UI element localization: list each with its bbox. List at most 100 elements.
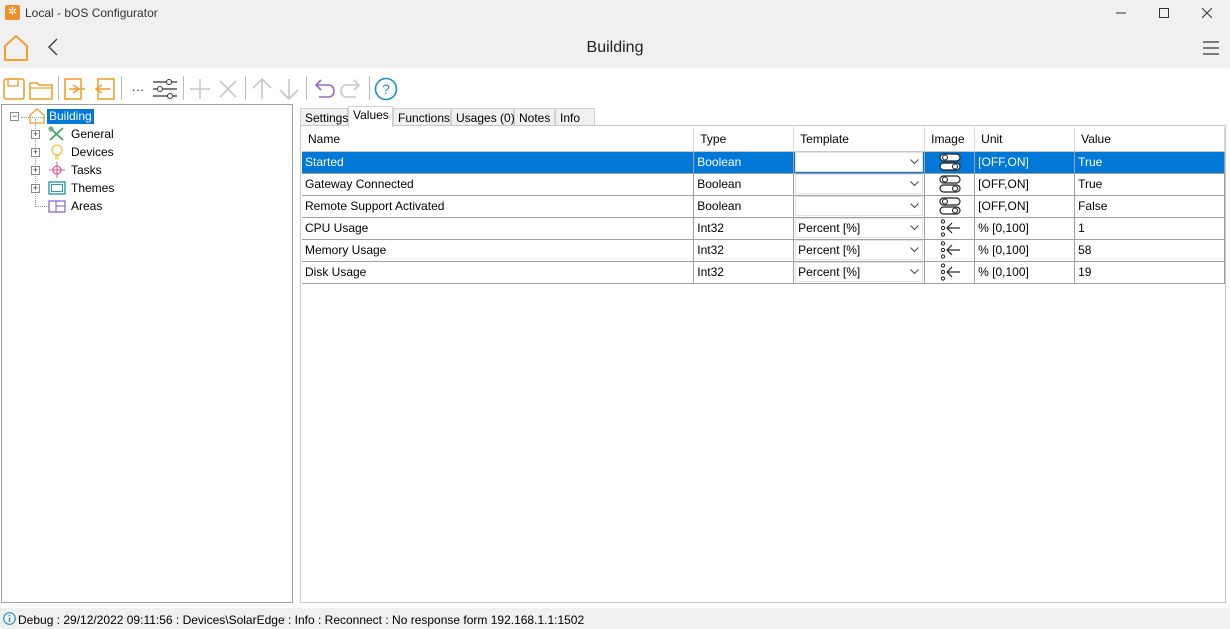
cell-template[interactable] [793, 173, 926, 196]
tab-settings[interactable]: Settings [300, 108, 348, 126]
cell-image[interactable] [924, 239, 976, 262]
column-header-type[interactable]: Type [693, 127, 795, 152]
cell-unit[interactable]: % [0,100] [974, 239, 1076, 262]
tree-expand-toggle[interactable]: + [31, 166, 40, 175]
cell-image[interactable] [924, 261, 976, 284]
redo-icon [340, 79, 361, 98]
tab-usages[interactable]: Usages (0) [451, 108, 515, 126]
add-button[interactable] [187, 76, 213, 102]
tab-functions[interactable]: Functions [393, 108, 451, 126]
minimize-button[interactable] [1098, 0, 1144, 26]
column-header-name[interactable]: Name [302, 127, 695, 152]
table-row[interactable]: Remote Support Activated Boolean [OFF,ON] F… [302, 195, 1225, 218]
tree-expand-toggle[interactable]: + [31, 184, 40, 193]
table-row[interactable]: Memory Usage Int32 Percent [%] % [0,100] 58 [302, 239, 1225, 262]
cell-name[interactable]: Started [302, 151, 695, 174]
undo-button[interactable] [310, 76, 336, 102]
save-button[interactable] [1, 76, 27, 102]
cell-unit[interactable]: % [0,100] [974, 217, 1076, 240]
tree-item-themes[interactable]: Themes [48, 180, 116, 196]
cell-type[interactable]: Int32 [693, 217, 795, 240]
table-row[interactable]: Started Boolean [OFF,ON] True [302, 151, 1225, 174]
template-dropdown[interactable] [795, 196, 924, 216]
cell-unit[interactable]: % [0,100] [974, 261, 1076, 284]
chevron-down-icon[interactable] [906, 153, 922, 171]
window-title: Local - bOS Configurator [25, 6, 158, 20]
export-button[interactable] [62, 76, 88, 102]
cell-type[interactable]: Int32 [693, 261, 795, 284]
cell-value[interactable]: False [1074, 195, 1225, 218]
cell-type[interactable]: Int32 [693, 239, 795, 262]
import-button[interactable] [91, 76, 117, 102]
delete-button[interactable] [215, 76, 241, 102]
column-header-value[interactable]: Value [1074, 127, 1225, 152]
chevron-down-icon[interactable] [906, 263, 922, 281]
cell-value[interactable]: 19 [1074, 261, 1225, 284]
chevron-down-icon[interactable] [906, 241, 922, 259]
cell-unit[interactable]: [OFF,ON] [974, 151, 1076, 174]
template-dropdown[interactable]: Percent [%] [795, 218, 924, 238]
cell-value[interactable]: True [1074, 173, 1225, 196]
cell-unit[interactable]: [OFF,ON] [974, 173, 1076, 196]
hamburger-menu-icon[interactable] [1203, 40, 1219, 56]
tab-notes[interactable]: Notes [514, 108, 555, 126]
tree-item-building[interactable]: Building [29, 108, 94, 124]
template-dropdown[interactable] [795, 152, 924, 172]
cell-name[interactable]: Gateway Connected [302, 173, 695, 196]
settings-sliders-button[interactable] [152, 76, 178, 102]
column-header-unit[interactable]: Unit [974, 127, 1076, 152]
cell-type[interactable]: Boolean [693, 151, 795, 174]
cell-image[interactable] [924, 173, 976, 196]
column-header-image[interactable]: Image [924, 127, 976, 152]
cell-name[interactable]: Remote Support Activated [302, 195, 695, 218]
redo-button[interactable] [339, 76, 365, 102]
cell-template[interactable] [793, 195, 926, 218]
help-button[interactable]: ? [373, 76, 399, 102]
cell-type[interactable]: Boolean [693, 173, 795, 196]
tree-item-devices[interactable]: Devices [48, 144, 116, 160]
cell-template[interactable]: Percent [%] [793, 239, 926, 262]
move-up-button[interactable] [249, 76, 275, 102]
cell-template[interactable]: Percent [%] [793, 261, 926, 284]
info-icon [3, 612, 16, 625]
tree-expand-toggle[interactable]: + [31, 148, 40, 157]
cell-value[interactable]: 58 [1074, 239, 1225, 262]
cell-value[interactable]: 1 [1074, 217, 1225, 240]
tree-expand-toggle[interactable]: + [31, 130, 40, 139]
column-header-template[interactable]: Template [793, 127, 926, 152]
chevron-down-icon[interactable] [906, 175, 922, 193]
open-folder-button[interactable] [28, 76, 54, 102]
move-down-button[interactable] [276, 76, 302, 102]
cell-unit[interactable]: [OFF,ON] [974, 195, 1076, 218]
chevron-down-icon[interactable] [906, 219, 922, 237]
tab-info[interactable]: Info [555, 108, 595, 126]
template-value: Percent [%] [798, 265, 861, 279]
template-dropdown[interactable]: Percent [%] [795, 240, 924, 260]
table-row[interactable]: Disk Usage Int32 Percent [%] % [0,100] 19 [302, 261, 1225, 284]
cell-name[interactable]: Disk Usage [302, 261, 695, 284]
chevron-down-icon[interactable] [906, 197, 922, 215]
cell-template[interactable]: Percent [%] [793, 217, 926, 240]
table-row[interactable]: CPU Usage Int32 Percent [%] % [0,100] 1 [302, 217, 1225, 240]
cell-type[interactable]: Boolean [693, 195, 795, 218]
cell-name[interactable]: CPU Usage [302, 217, 695, 240]
tree-item-tasks[interactable]: Tasks [48, 162, 104, 178]
cell-image[interactable] [924, 151, 976, 174]
cell-image[interactable] [924, 217, 976, 240]
close-button[interactable] [1184, 0, 1230, 26]
more-button[interactable]: ··· [125, 76, 151, 102]
tree-item-areas[interactable]: Areas [48, 198, 104, 214]
table-row[interactable]: Gateway Connected Boolean [OFF,ON] True [302, 173, 1225, 196]
maximize-button[interactable] [1141, 0, 1187, 26]
cell-image[interactable] [924, 195, 976, 218]
tab-values[interactable]: Values [348, 106, 393, 127]
tree-collapse-toggle[interactable]: − [10, 112, 19, 121]
tree-item-general[interactable]: General [48, 126, 116, 142]
template-dropdown[interactable]: Percent [%] [795, 262, 924, 282]
cell-value[interactable]: True [1074, 151, 1225, 174]
template-dropdown[interactable] [795, 174, 924, 194]
cell-template[interactable] [793, 151, 926, 174]
cell-name[interactable]: Memory Usage [302, 239, 695, 262]
numeric-input-icon [939, 241, 961, 259]
tools-icon [48, 126, 64, 141]
